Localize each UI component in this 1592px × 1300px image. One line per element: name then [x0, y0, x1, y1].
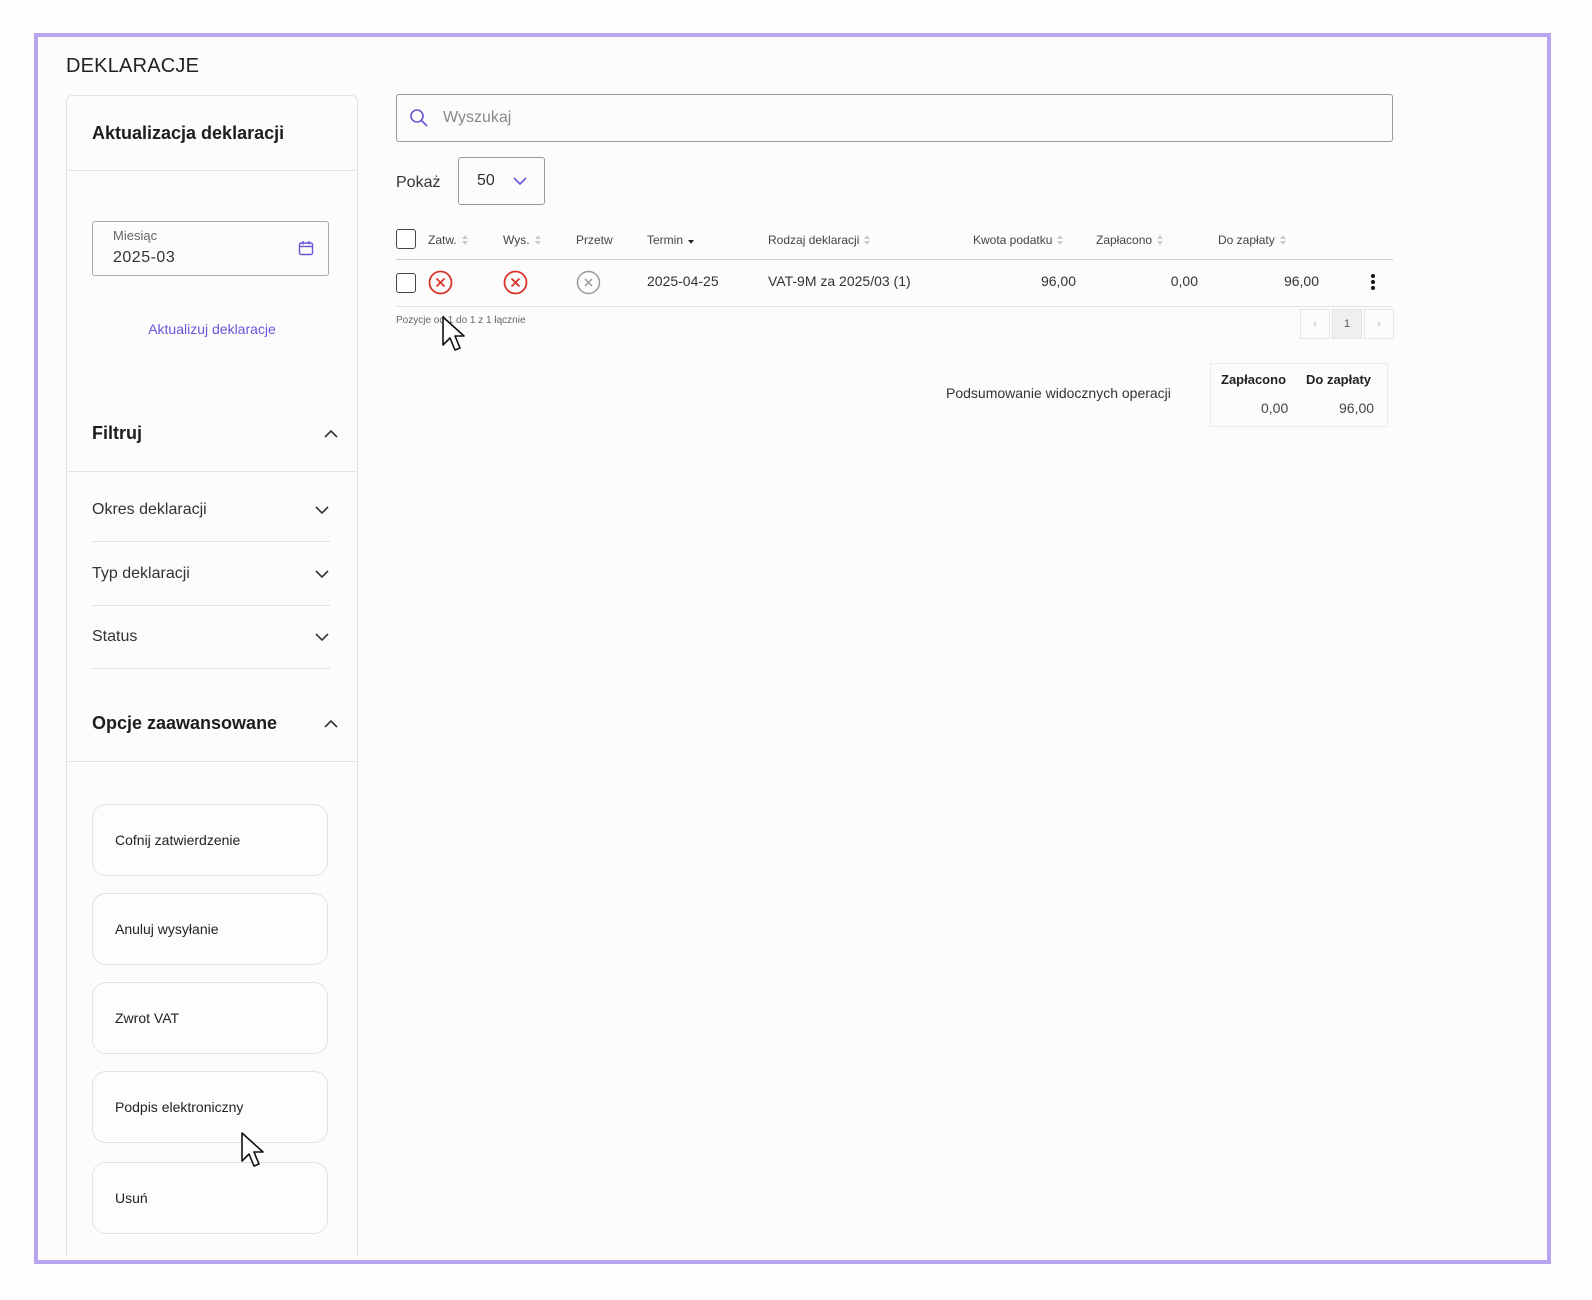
col-header-zaplacono[interactable]: Zapłacono	[1096, 233, 1164, 247]
search-bar[interactable]	[396, 94, 1393, 142]
not-processed-x-icon	[576, 270, 601, 295]
summary-paid-value: 0,00	[1261, 400, 1289, 416]
select-all-checkbox[interactable]	[396, 229, 416, 249]
calendar-icon[interactable]	[298, 240, 314, 256]
chevron-down-icon	[513, 177, 527, 186]
sort-icon[interactable]	[534, 235, 541, 245]
month-value[interactable]: 2025-03	[113, 249, 308, 267]
chevron-down-icon[interactable]	[314, 505, 330, 515]
search-input[interactable]	[441, 108, 1345, 128]
filter-section-header[interactable]: Filtruj	[67, 396, 357, 472]
electronic-signature-button[interactable]: Podpis elektroniczny	[92, 1071, 328, 1143]
cell-zaplacono: 0,00	[1170, 273, 1198, 289]
col-header-rodzaj[interactable]: Rodzaj deklaracji	[768, 233, 871, 247]
next-page-button[interactable]: ›	[1364, 309, 1394, 339]
col-header-wys-label: Wys.	[503, 233, 530, 247]
summary-due-value: 96,00	[1339, 400, 1375, 416]
summary-table: Zapłacono Do zapłaty 0,00 96,00	[1210, 363, 1388, 427]
filter-title: Filtruj	[92, 423, 142, 443]
cell-rodzaj: VAT-9M za 2025/03 (1)	[768, 273, 911, 289]
more-actions-icon[interactable]	[1370, 273, 1376, 291]
filter-status[interactable]: Status	[92, 605, 330, 669]
sort-icon[interactable]	[1279, 235, 1286, 245]
update-declarations-link[interactable]: Aktualizuj deklaracje	[67, 321, 357, 337]
month-field[interactable]: Miesiąc 2025-03	[92, 221, 329, 276]
summary-paid-header: Zapłacono	[1221, 372, 1287, 387]
sort-icon[interactable]	[461, 235, 468, 245]
filter-type-label: Typ deklaracji	[92, 564, 190, 582]
undo-approval-button[interactable]: Cofnij zatwierdzenie	[92, 804, 328, 876]
not-sent-x-icon	[503, 270, 528, 295]
col-header-zatw-label: Zatw.	[428, 233, 457, 247]
col-header-termin-label: Termin	[647, 233, 684, 247]
cell-do-zaplaty: 96,00	[1283, 273, 1319, 289]
sort-icon[interactable]	[1157, 235, 1164, 245]
col-header-przetw: Przetw	[576, 233, 613, 247]
col-header-przetw-label: Przetw	[576, 233, 613, 247]
pagination: ‹ 1 ›	[1298, 309, 1394, 339]
sort-icon[interactable]	[1057, 235, 1064, 245]
filter-period-label: Okres deklaracji	[92, 500, 207, 518]
sort-desc-icon[interactable]	[688, 235, 695, 245]
sidebar: Aktualizacja deklaracji Miesiąc 2025-03 …	[66, 95, 358, 1256]
mouse-cursor-icon	[241, 1132, 264, 1167]
show-label: Pokaż	[396, 174, 441, 191]
page-1-button[interactable]: 1	[1332, 309, 1362, 339]
delete-button[interactable]: Usuń	[92, 1162, 328, 1234]
row-checkbox[interactable]	[396, 273, 416, 293]
table-row[interactable]: 2025-04-25 VAT-9M za 2025/03 (1) 96,00 0…	[396, 259, 1393, 307]
cell-termin: 2025-04-25	[647, 273, 719, 289]
col-header-kwota-label: Kwota podatku	[973, 233, 1053, 247]
app-frame: DEKLARACJE Aktualizacja deklaracji Miesi…	[34, 33, 1551, 1264]
not-approved-x-icon	[428, 270, 453, 295]
summary-due-header: Do zapłaty	[1306, 372, 1372, 387]
chevron-down-icon[interactable]	[314, 632, 330, 642]
advanced-title: Opcje zaawansowane	[92, 713, 278, 733]
col-header-wys[interactable]: Wys.	[503, 233, 541, 247]
summary-label: Podsumowanie widocznych operacji	[946, 385, 1171, 401]
chevron-down-icon[interactable]	[314, 569, 330, 579]
sort-icon[interactable]	[864, 235, 871, 245]
month-label: Miesiąc	[113, 228, 158, 243]
table-header: Zatw. Wys. Przetw Termin Rodzaj deklarac…	[396, 227, 1393, 260]
filter-period[interactable]: Okres deklaracji	[92, 478, 330, 542]
mouse-cursor-icon	[442, 316, 465, 351]
chevron-up-icon[interactable]	[323, 429, 339, 439]
col-header-do-zaplaty-label: Do zapłaty	[1218, 233, 1275, 247]
cell-kwota: 96,00	[1040, 273, 1076, 289]
page-size-value: 50	[477, 172, 495, 189]
update-section-title: Aktualizacja deklaracji	[67, 96, 357, 171]
advanced-section-header[interactable]: Opcje zaawansowane	[67, 686, 357, 762]
col-header-rodzaj-label: Rodzaj deklaracji	[768, 233, 860, 247]
search-icon	[410, 109, 428, 127]
vat-refund-button[interactable]: Zwrot VAT	[92, 982, 328, 1054]
col-header-kwota[interactable]: Kwota podatku	[973, 233, 1064, 247]
filter-status-label: Status	[92, 627, 138, 645]
col-header-zaplacono-label: Zapłacono	[1096, 233, 1153, 247]
page-size-select[interactable]: 50	[458, 157, 545, 205]
col-header-zatw[interactable]: Zatw.	[428, 233, 468, 247]
col-header-termin[interactable]: Termin	[647, 233, 695, 247]
filter-type[interactable]: Typ deklaracji	[92, 542, 330, 606]
page-title: DEKLARACJE	[66, 55, 200, 77]
prev-page-button[interactable]: ‹	[1300, 309, 1330, 339]
cancel-sending-button[interactable]: Anuluj wysyłanie	[92, 893, 328, 965]
col-header-do-zaplaty[interactable]: Do zapłaty	[1218, 233, 1286, 247]
chevron-up-icon[interactable]	[323, 719, 339, 729]
